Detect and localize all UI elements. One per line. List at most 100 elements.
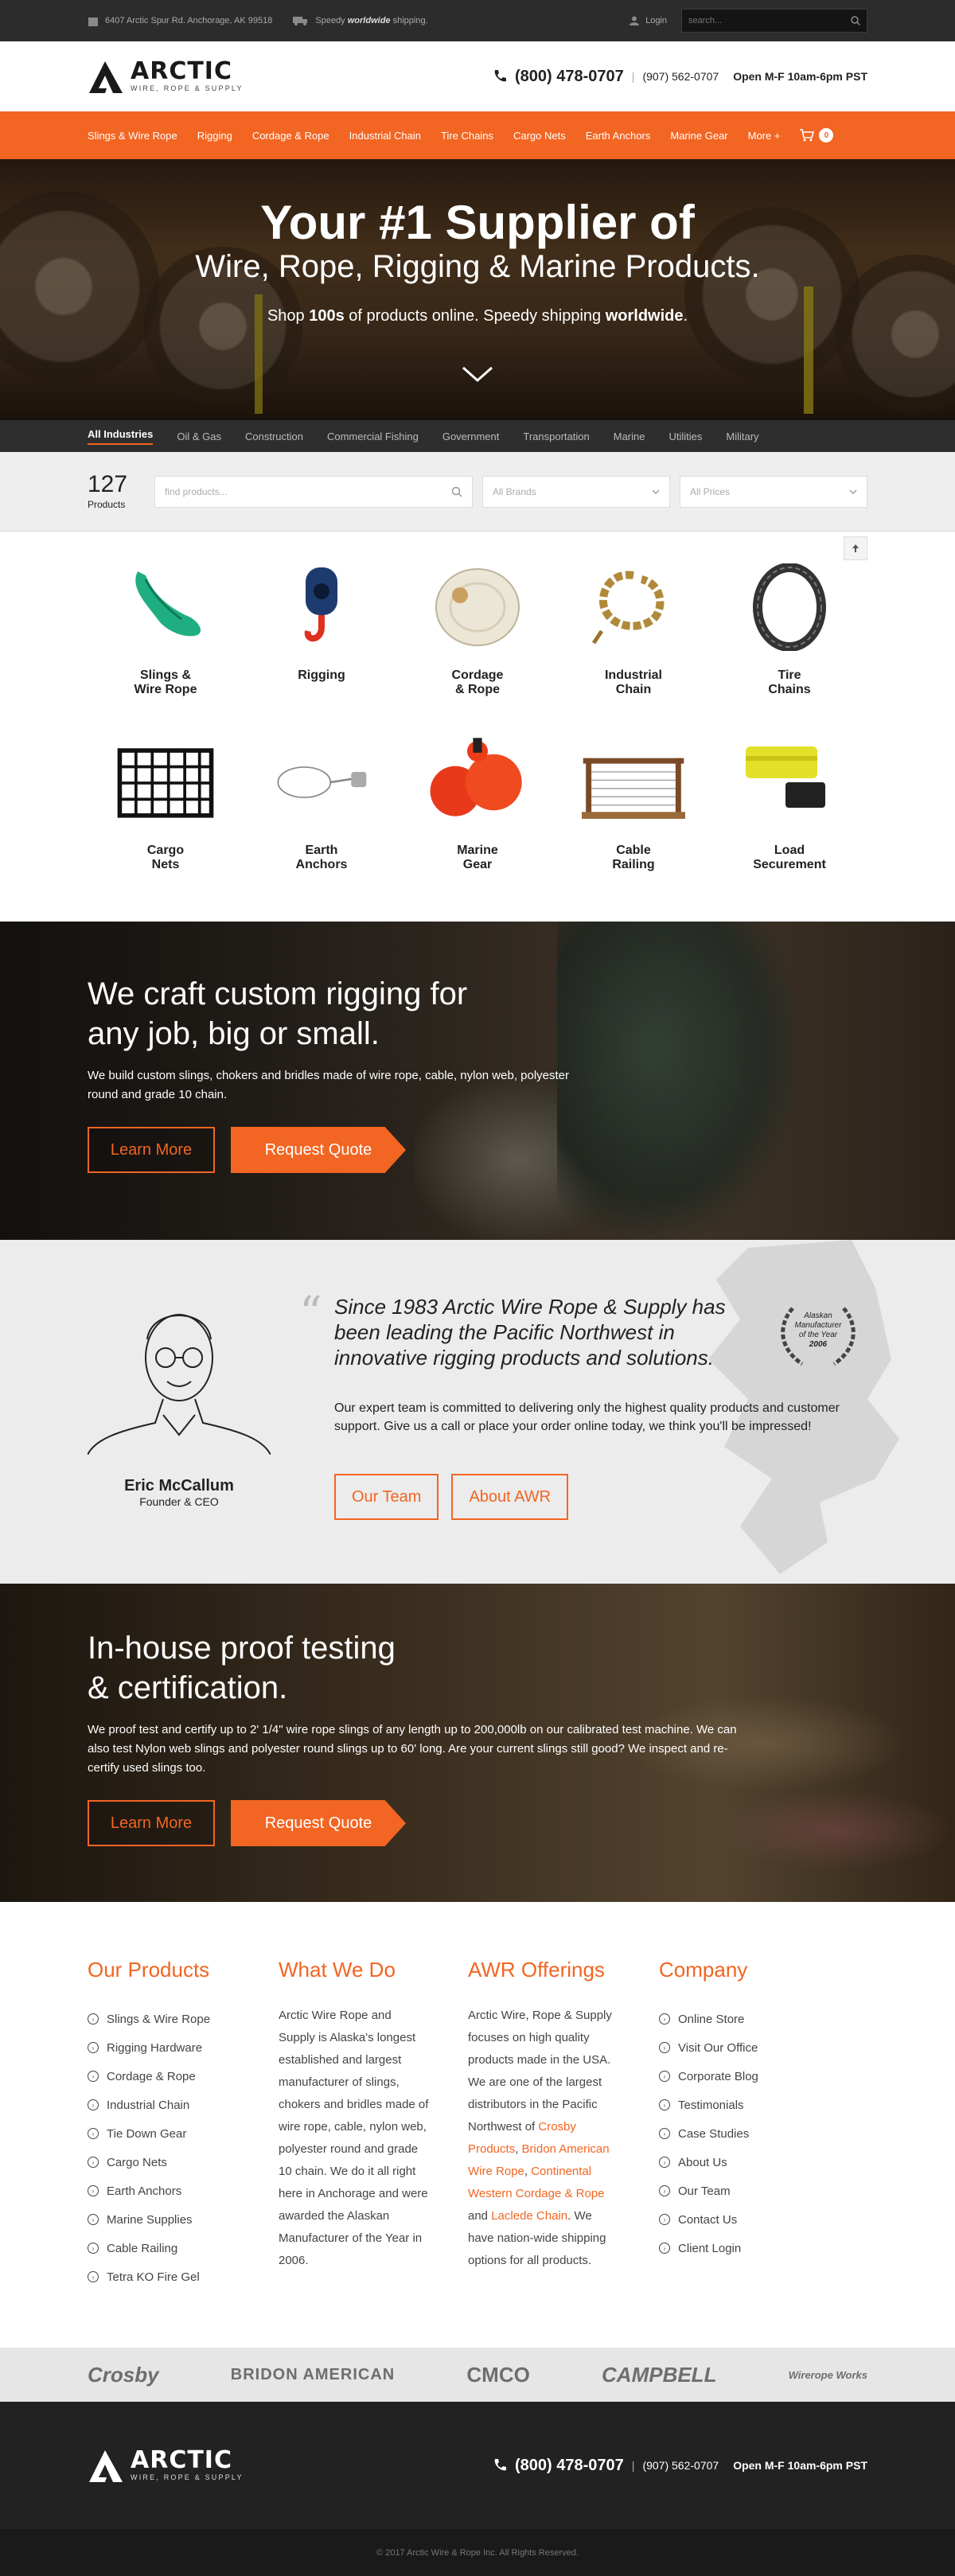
footer-link-label[interactable]: Slings & Wire Rope xyxy=(107,2013,210,2026)
chevron-down-icon[interactable] xyxy=(460,364,495,384)
category-tire-chains[interactable]: Tire Chains xyxy=(711,555,867,731)
footer-link[interactable]: › Cargo Nets xyxy=(88,2148,279,2177)
footer-link[interactable]: › Online Store xyxy=(659,2005,850,2033)
footer-link[interactable]: › Corporate Blog xyxy=(659,2062,850,2091)
footer-link-label[interactable]: Earth Anchors xyxy=(107,2184,181,2198)
category-earth-anchors[interactable]: Earth Anchors xyxy=(244,731,400,906)
footer-link-label[interactable]: Rigging Hardware xyxy=(107,2041,202,2055)
nav-tire-chains[interactable]: Tire Chains xyxy=(441,130,493,142)
footer-phone-local[interactable]: (907) 562-0707 xyxy=(642,2459,719,2472)
tab-commercial-fishing[interactable]: Commercial Fishing xyxy=(327,431,419,442)
nav-marine-gear[interactable]: Marine Gear xyxy=(670,130,727,142)
footer-link[interactable]: › Rigging Hardware xyxy=(88,2033,279,2062)
tab-government[interactable]: Government xyxy=(442,431,500,442)
about-awr-button[interactable]: About AWR xyxy=(451,1474,569,1520)
footer-link[interactable]: › Industrial Chain xyxy=(88,2091,279,2119)
footer-link-label[interactable]: Cordage & Rope xyxy=(107,2070,196,2083)
search-icon[interactable] xyxy=(851,16,860,25)
footer-link-label[interactable]: Marine Supplies xyxy=(107,2213,193,2227)
brand-crosby-logo[interactable]: Crosby xyxy=(88,2363,159,2387)
footer-link-label[interactable]: Visit Our Office xyxy=(678,2041,758,2055)
find-products-field[interactable]: find products... xyxy=(154,476,473,508)
footer-link[interactable]: › Visit Our Office xyxy=(659,2033,850,2062)
request-quote-button[interactable]: Request Quote xyxy=(231,1800,406,1846)
category-cordage-line1: Cordage xyxy=(451,668,504,682)
footer-link-label[interactable]: Testimonials xyxy=(678,2099,744,2112)
category-slings[interactable]: Slings & Wire Rope xyxy=(88,555,244,731)
search-icon[interactable] xyxy=(451,486,462,497)
nav-earth-anchors[interactable]: Earth Anchors xyxy=(586,130,651,142)
tab-utilities[interactable]: Utilities xyxy=(668,431,702,442)
tab-all-industries[interactable]: All Industries xyxy=(88,428,154,445)
footer-link-label[interactable]: Tetra KO Fire Gel xyxy=(107,2270,200,2284)
nav-rigging[interactable]: Rigging xyxy=(197,130,232,142)
tab-marine[interactable]: Marine xyxy=(614,431,645,442)
footer-link[interactable]: › Marine Supplies xyxy=(88,2205,279,2234)
main-nav: Slings & Wire Rope Rigging Cordage & Rop… xyxy=(0,111,955,159)
what-we-do-column: What We Do Arctic Wire Rope and Supply i… xyxy=(279,1958,468,2291)
phone-local[interactable]: (907) 562-0707 xyxy=(642,70,719,83)
tab-military[interactable]: Military xyxy=(726,431,758,442)
category-cargo-nets[interactable]: Cargo Nets xyxy=(88,731,244,906)
category-industrial-chain[interactable]: Industrial Chain xyxy=(555,555,711,731)
price-select[interactable]: All Prices xyxy=(680,476,867,508)
footer-phone-tollfree[interactable]: (800) 478-0707 xyxy=(515,2457,624,2475)
nav-slings[interactable]: Slings & Wire Rope xyxy=(88,130,177,142)
footer-link-label[interactable]: Cable Railing xyxy=(107,2242,177,2255)
footer-link-label[interactable]: Contact Us xyxy=(678,2213,737,2227)
learn-more-button[interactable]: Learn More xyxy=(88,1800,215,1846)
footer-link[interactable]: › Tetra KO Fire Gel xyxy=(88,2262,279,2291)
footer-link[interactable]: › Testimonials xyxy=(659,2091,850,2119)
footer-link[interactable]: › About Us xyxy=(659,2148,850,2177)
footer-link[interactable]: › Our Team xyxy=(659,2177,850,2205)
category-load-securement[interactable]: Load Securement xyxy=(711,731,867,906)
arrow-circle-icon: › xyxy=(659,2185,670,2196)
tab-oil-gas[interactable]: Oil & Gas xyxy=(177,431,221,442)
laclede-link[interactable]: Laclede Chain xyxy=(491,2209,567,2223)
login-label[interactable]: Login xyxy=(645,16,667,25)
footer-link-label[interactable]: Case Studies xyxy=(678,2127,749,2141)
footer-link[interactable]: › Cordage & Rope xyxy=(88,2062,279,2091)
nav-cordage[interactable]: Cordage & Rope xyxy=(252,130,329,142)
arrow-circle-icon: › xyxy=(88,2099,99,2110)
nav-cargo-nets[interactable]: Cargo Nets xyxy=(513,130,566,142)
footer-link[interactable]: › Tie Down Gear xyxy=(88,2119,279,2148)
brand-campbell-logo[interactable]: CAMPBELL xyxy=(602,2363,716,2387)
tab-construction[interactable]: Construction xyxy=(245,431,303,442)
footer-link-label[interactable]: Industrial Chain xyxy=(107,2099,189,2112)
nav-industrial-chain[interactable]: Industrial Chain xyxy=(349,130,421,142)
footer-logo[interactable]: ARCTIC WIRE, ROPE & SUPPLY xyxy=(88,2447,244,2484)
tab-transportation[interactable]: Transportation xyxy=(523,431,589,442)
footer-link[interactable]: › Earth Anchors xyxy=(88,2177,279,2205)
footer-link[interactable]: › Client Login xyxy=(659,2234,850,2262)
brand-wirerope-works-logo[interactable]: Wirerope Works xyxy=(789,2369,867,2381)
footer-link-label[interactable]: Our Team xyxy=(678,2184,731,2198)
footer-link[interactable]: › Cable Railing xyxy=(88,2234,279,2262)
footer-link-label[interactable]: Tie Down Gear xyxy=(107,2127,186,2141)
login-link[interactable]: Login xyxy=(630,16,667,25)
category-rigging[interactable]: Rigging xyxy=(244,555,400,731)
our-team-button[interactable]: Our Team xyxy=(334,1474,439,1520)
footer-link-label[interactable]: About Us xyxy=(678,2156,727,2169)
category-cable-railing[interactable]: Cable Railing xyxy=(555,731,711,906)
footer-link[interactable]: › Case Studies xyxy=(659,2119,850,2148)
footer-link[interactable]: › Slings & Wire Rope xyxy=(88,2005,279,2033)
learn-more-button[interactable]: Learn More xyxy=(88,1127,215,1173)
category-cordage[interactable]: Cordage & Rope xyxy=(400,555,555,731)
site-search[interactable] xyxy=(681,9,867,33)
footer-link[interactable]: › Contact Us xyxy=(659,2205,850,2234)
cart-button[interactable]: 0 xyxy=(800,128,834,142)
phone-tollfree[interactable]: (800) 478-0707 xyxy=(515,68,624,86)
footer-link-label[interactable]: Client Login xyxy=(678,2242,741,2255)
category-marine-gear[interactable]: Marine Gear xyxy=(400,731,555,906)
brand-cmco-logo[interactable]: CMCO xyxy=(466,2363,529,2387)
brand-select[interactable]: All Brands xyxy=(482,476,670,508)
footer-link-label[interactable]: Corporate Blog xyxy=(678,2070,758,2083)
logo[interactable]: ARCTIC WIRE, ROPE & SUPPLY xyxy=(88,58,244,95)
footer-link-label[interactable]: Online Store xyxy=(678,2013,744,2026)
request-quote-button[interactable]: Request Quote xyxy=(231,1127,406,1173)
footer-link-label[interactable]: Cargo Nets xyxy=(107,2156,167,2169)
brand-bridon-logo[interactable]: BRIDON AMERICAN xyxy=(231,2366,395,2384)
nav-more[interactable]: More + xyxy=(748,130,781,142)
search-input[interactable] xyxy=(688,16,851,25)
